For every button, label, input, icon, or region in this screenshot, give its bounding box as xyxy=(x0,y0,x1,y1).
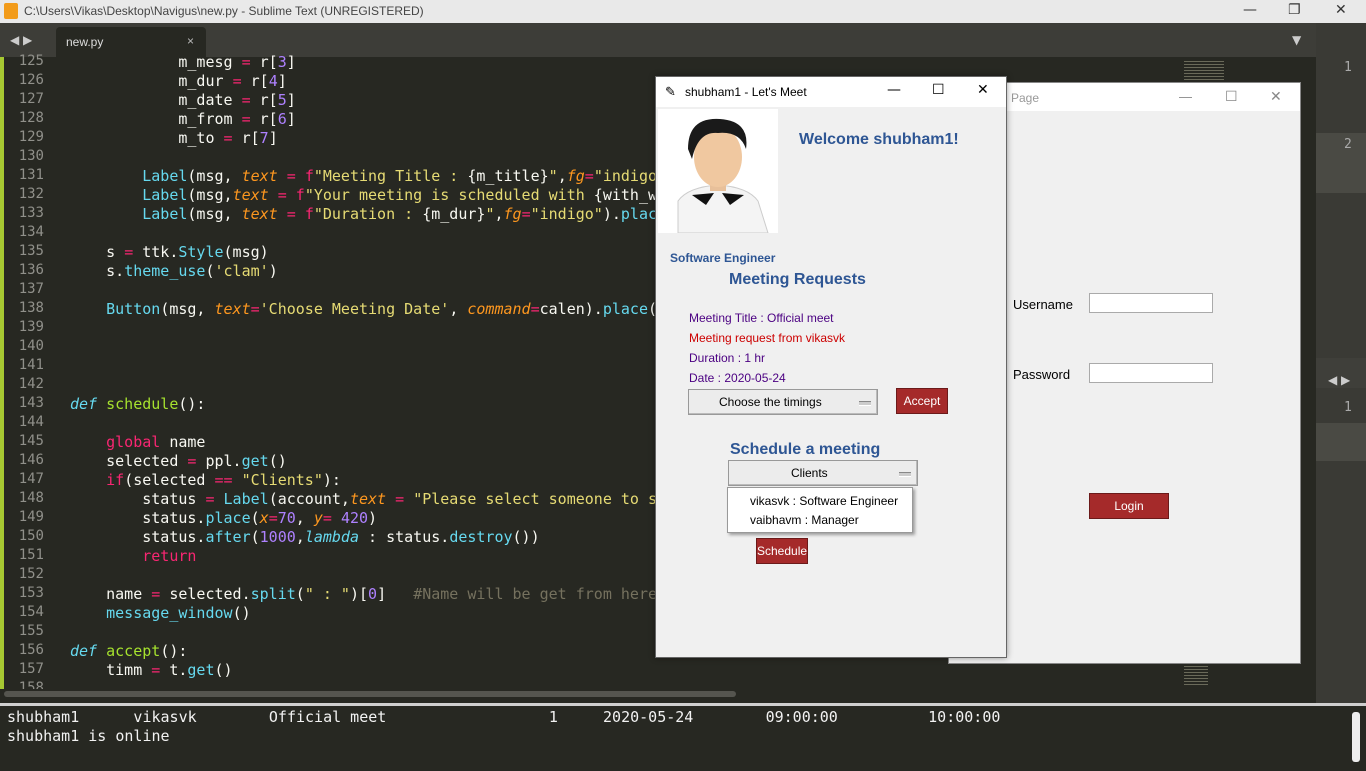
close-icon[interactable]: ✕ xyxy=(1270,88,1282,105)
line-number: 130 xyxy=(18,148,44,164)
combobox-arrow-icon[interactable] xyxy=(899,472,911,477)
horizontal-scrollbar[interactable] xyxy=(0,689,1316,699)
line-number: 125 xyxy=(18,53,44,69)
panel-slot xyxy=(1316,423,1366,461)
line-number: 139 xyxy=(18,319,44,335)
line-number: 141 xyxy=(18,357,44,373)
line-number: 157 xyxy=(18,661,44,677)
password-input[interactable] xyxy=(1089,363,1213,383)
line-number: 147 xyxy=(18,471,44,487)
meeting-title-label: Meeting Title : Official meet xyxy=(689,311,834,325)
line-number: 137 xyxy=(18,281,44,297)
line-number: 145 xyxy=(18,433,44,449)
line-number: 135 xyxy=(18,243,44,259)
window-title: C:\Users\Vikas\Desktop\Navigus\new.py - … xyxy=(24,4,424,18)
line-number: 149 xyxy=(18,509,44,525)
minimap-content xyxy=(1184,663,1208,687)
clients-dropdown-list[interactable]: vikasvk : Software Engineer vaibhavm : M… xyxy=(727,487,913,533)
line-number: 156 xyxy=(18,642,44,658)
username-input[interactable] xyxy=(1089,293,1213,313)
avatar xyxy=(658,109,778,233)
console-line: shubham1 is online xyxy=(7,727,170,745)
line-number: 150 xyxy=(18,528,44,544)
title-bar: C:\Users\Vikas\Desktop\Navigus\new.py - … xyxy=(0,0,1366,23)
requests-heading: Meeting Requests xyxy=(729,271,866,288)
line-number: 153 xyxy=(18,585,44,601)
tab-scroll-left-icon[interactable]: ◀ ▶ xyxy=(10,33,32,47)
minimize-icon[interactable]: — xyxy=(887,82,901,98)
tab-dropdown-icon[interactable]: ▼ xyxy=(1292,33,1301,47)
sublime-logo-icon xyxy=(4,3,18,19)
accept-button[interactable]: Accept xyxy=(896,388,948,414)
maximize-icon[interactable]: ☐ xyxy=(932,82,945,98)
right-panel: 1 2 1 ◀ ▶ xyxy=(1316,23,1366,703)
line-number: 140 xyxy=(18,338,44,354)
line-number: 132 xyxy=(18,186,44,202)
console-panel[interactable]: shubham1 vikasvk Official meet 1 2020-05… xyxy=(0,703,1366,771)
scrollbar-thumb[interactable] xyxy=(4,691,736,697)
line-number: 146 xyxy=(18,452,44,468)
line-number: 128 xyxy=(18,110,44,126)
line-number: 144 xyxy=(18,414,44,430)
panel-number: 2 xyxy=(1344,137,1352,152)
password-label: Password xyxy=(1013,367,1071,382)
dropdown-option[interactable]: vaibhavm : Manager xyxy=(750,513,859,527)
clients-combobox[interactable]: Clients xyxy=(728,460,918,486)
minimize-icon[interactable]: — xyxy=(1243,2,1257,18)
panel-slot xyxy=(1316,133,1366,193)
meet-window[interactable]: ✎ shubham1 - Let's Meet — ☐ ✕ Welcome sh… xyxy=(655,76,1007,658)
line-number: 155 xyxy=(18,623,44,639)
line-number: 151 xyxy=(18,547,44,563)
panel-number: 1 xyxy=(1344,60,1352,75)
line-number: 152 xyxy=(18,566,44,582)
meet-titlebar: ✎ shubham1 - Let's Meet — ☐ ✕ xyxy=(656,77,1006,107)
close-icon[interactable]: ✕ xyxy=(1335,2,1347,18)
tab-close-icon[interactable]: × xyxy=(187,34,194,48)
meeting-from-label: Meeting request from vikasvk xyxy=(689,331,846,345)
line-number: 142 xyxy=(18,376,44,392)
line-number: 129 xyxy=(18,129,44,145)
line-number: 136 xyxy=(18,262,44,278)
line-number: 143 xyxy=(18,395,44,411)
minimize-icon[interactable]: — xyxy=(1179,89,1192,104)
login-window-title: Page xyxy=(1011,91,1040,105)
close-icon[interactable]: ✕ xyxy=(977,82,989,98)
login-button[interactable]: Login xyxy=(1089,493,1169,519)
feather-icon: ✎ xyxy=(665,84,676,99)
timings-combobox[interactable]: Choose the timings xyxy=(688,389,878,415)
line-number: 148 xyxy=(18,490,44,506)
line-number: 131 xyxy=(18,167,44,183)
line-number: 134 xyxy=(18,224,44,240)
line-number: 154 xyxy=(18,604,44,620)
timings-combobox-value: Choose the timings xyxy=(719,395,822,409)
combobox-arrow-icon[interactable] xyxy=(859,401,871,406)
duration-label: Duration : 1 hr xyxy=(689,351,766,365)
console-line: shubham1 vikasvk Official meet 1 2020-05… xyxy=(7,708,1001,726)
line-number: 127 xyxy=(18,91,44,107)
schedule-button[interactable]: Schedule xyxy=(756,538,808,564)
line-number: 133 xyxy=(18,205,44,221)
username-label: Username xyxy=(1013,297,1073,312)
clients-combobox-value: Clients xyxy=(791,466,828,480)
schedule-heading: Schedule a meeting xyxy=(730,441,881,458)
date-label: Date : 2020-05-24 xyxy=(689,371,786,385)
line-number: 138 xyxy=(18,300,44,316)
panel-nav-icon[interactable]: ◀ ▶ xyxy=(1328,373,1350,387)
line-number: 126 xyxy=(18,72,44,88)
restore-icon[interactable]: ❐ xyxy=(1288,2,1301,18)
console-scrollbar[interactable] xyxy=(1352,712,1360,762)
meet-window-title: shubham1 - Let's Meet xyxy=(685,85,807,99)
welcome-heading: Welcome shubham1! xyxy=(799,131,959,148)
panel-number: 1 xyxy=(1344,400,1352,415)
dropdown-option[interactable]: vikasvk : Software Engineer xyxy=(750,494,898,508)
tab-label: new.py xyxy=(66,35,104,49)
maximize-icon[interactable]: ☐ xyxy=(1225,88,1238,105)
role-label: Software Engineer xyxy=(670,251,776,265)
